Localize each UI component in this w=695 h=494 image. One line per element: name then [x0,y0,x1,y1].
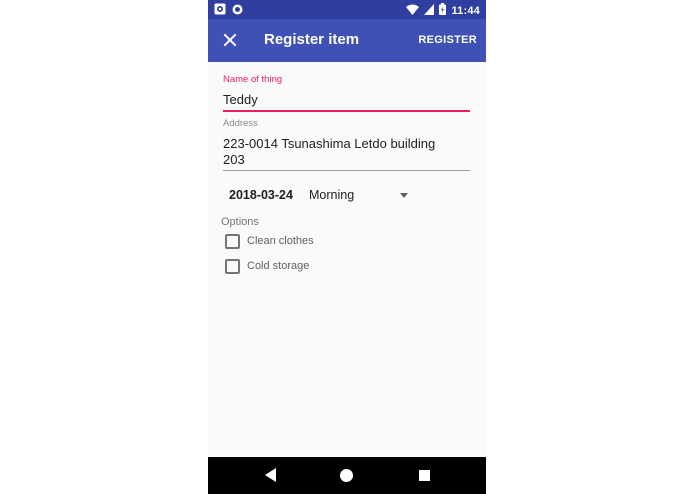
cell-signal-icon [424,2,435,20]
option-label: Cold storage [247,260,310,272]
address-field-underline [223,170,470,171]
name-field-underline [223,110,470,112]
app-bar: Register item REGISTER [208,19,486,62]
phone-screen: 11:44 Register item REGISTER Name of thi… [208,0,486,494]
sync-notification-icon [232,2,243,20]
recent-apps-icon[interactable] [419,470,430,481]
options-label: Options [221,216,259,228]
checkbox-icon[interactable] [225,233,240,249]
address-line-2: 203 [223,152,245,167]
name-field[interactable]: Teddy [223,92,258,108]
address-line-1: 223-0014 Tsunashima Letdo building [223,136,436,151]
battery-icon [439,2,447,20]
wifi-icon [406,2,420,20]
alarm-notification-icon [214,2,226,20]
dropdown-arrow-icon [400,193,408,198]
system-nav-bar [208,457,486,494]
address-field-label: Address [223,118,258,129]
status-bar: 11:44 [208,0,486,19]
checkbox-icon[interactable] [225,258,240,274]
back-icon[interactable] [265,468,277,487]
page-title: Register item [264,31,360,48]
option-label: Clean clothes [247,235,314,247]
address-field[interactable]: 223-0014 Tsunashima Letdo building 203 [223,136,435,168]
option-clean-clothes[interactable]: Clean clothes [225,232,314,250]
option-cold-storage[interactable]: Cold storage [225,257,309,275]
date-picker[interactable]: 2018-03-24 [229,188,293,202]
close-icon [223,33,237,47]
close-button[interactable] [219,29,241,51]
register-button[interactable]: REGISTER [418,34,477,46]
time-slot-value: Morning [309,188,355,202]
status-time: 11:44 [451,5,480,17]
home-icon[interactable] [340,469,353,482]
name-field-label: Name of thing [223,74,283,85]
time-slot-dropdown[interactable]: Morning [309,186,414,206]
